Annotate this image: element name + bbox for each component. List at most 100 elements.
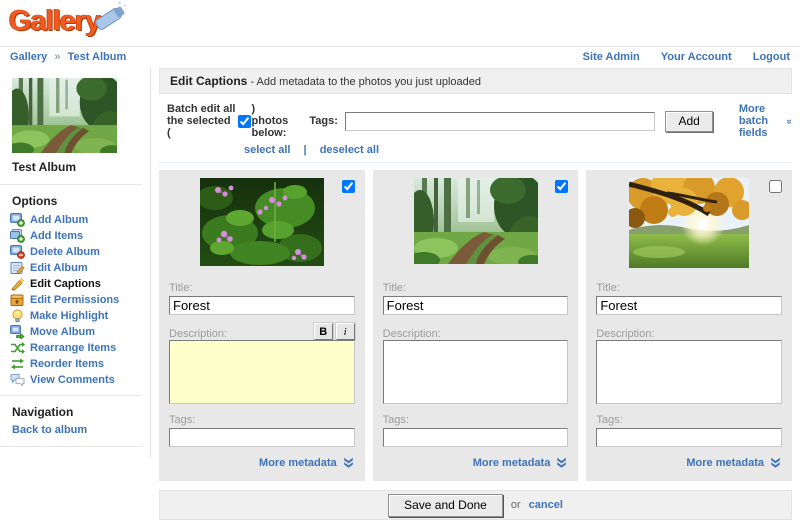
add-items-icon — [10, 229, 25, 243]
top-header: Gallery — [0, 0, 800, 47]
add-tags-button[interactable]: Add — [665, 111, 712, 132]
more-metadata-link[interactable]: More metadata — [383, 456, 569, 469]
rearrange-items-icon — [10, 341, 25, 355]
tags-label: Tags: — [596, 414, 782, 426]
sidebar-item-label: Edit Captions — [30, 277, 101, 291]
tags-label: Tags: — [383, 414, 569, 426]
or-text: or — [511, 499, 521, 511]
title-input[interactable] — [596, 296, 782, 315]
logout-link[interactable]: Logout — [753, 51, 790, 63]
move-album-icon — [10, 325, 25, 339]
chevron-double-down-icon — [555, 456, 568, 469]
description-textarea[interactable] — [169, 340, 355, 404]
batch-select-checkbox[interactable] — [238, 115, 251, 128]
batch-edit-section: Batch edit all the selected ( ) photos b… — [159, 94, 792, 163]
select-separator: | — [304, 144, 307, 156]
action-bar: Save and Done or cancel — [159, 490, 792, 520]
cancel-link[interactable]: cancel — [529, 499, 563, 511]
breadcrumb-bar: Gallery » Test Album Site Admin Your Acc… — [0, 47, 800, 68]
description-label: Description: — [169, 328, 227, 340]
sidebar-item-make-highlight[interactable]: Make Highlight — [10, 309, 150, 323]
description-textarea[interactable] — [596, 340, 782, 404]
breadcrumb: Gallery » Test Album — [10, 51, 130, 63]
photo-grid: Title: Description: B i Tags: More metad… — [159, 170, 792, 481]
back-to-album-link[interactable]: Back to album — [12, 424, 150, 436]
batch-tags-input[interactable] — [345, 112, 656, 131]
edit-permissions-icon — [10, 293, 25, 307]
sidebar-item-edit-permissions[interactable]: Edit Permissions — [10, 293, 150, 307]
chevron-double-down-icon — [342, 456, 355, 469]
batch-tags-label: Tags: — [309, 115, 338, 127]
more-batch-fields-link[interactable]: More batch fields — [739, 103, 792, 139]
sidebar-item-label: Reorder Items — [30, 357, 104, 371]
sidebar-item-label: Delete Album — [30, 245, 100, 259]
album-title: Test Album — [12, 160, 150, 174]
title-label: Title: — [596, 282, 782, 294]
photo-select-checkbox[interactable] — [555, 180, 568, 193]
page-title: Edit Captions — [170, 74, 247, 88]
photo-select-checkbox[interactable] — [769, 180, 782, 193]
select-all-link[interactable]: select all — [244, 144, 290, 156]
page-header: Edit Captions - Add metadata to the phot… — [159, 68, 792, 94]
tags-input[interactable] — [383, 428, 569, 447]
sidebar-item-label: Rearrange Items — [30, 341, 116, 355]
reorder-items-icon — [10, 357, 25, 371]
tags-input[interactable] — [596, 428, 782, 447]
bold-button[interactable]: B — [314, 323, 333, 340]
site-admin-link[interactable]: Site Admin — [583, 51, 640, 63]
view-comments-icon — [10, 373, 25, 387]
paintbrush-icon — [85, 1, 133, 35]
sidebar-item-move-album[interactable]: Move Album — [10, 325, 150, 339]
gallery-logo[interactable]: Gallery — [9, 5, 100, 38]
sidebar-divider — [0, 446, 142, 447]
page-title-separator: - — [250, 76, 254, 88]
chevron-double-down-icon — [786, 115, 792, 128]
photo-select-checkbox[interactable] — [342, 180, 355, 193]
sidebar-item-label: Edit Permissions — [30, 293, 119, 307]
description-label: Description: — [596, 328, 654, 340]
tags-input[interactable] — [169, 428, 355, 447]
more-metadata-link[interactable]: More metadata — [169, 456, 355, 469]
title-input[interactable] — [383, 296, 569, 315]
sidebar-item-edit-album[interactable]: Edit Album — [10, 261, 150, 275]
title-input[interactable] — [169, 296, 355, 315]
edit-captions-icon — [10, 277, 25, 291]
breadcrumb-gallery-link[interactable]: Gallery — [10, 51, 47, 63]
sidebar-divider — [0, 184, 142, 185]
deselect-all-link[interactable]: deselect all — [320, 144, 379, 156]
options-heading: Options — [12, 194, 150, 208]
breadcrumb-album-link[interactable]: Test Album — [68, 51, 127, 63]
page-subtitle: Add metadata to the photos you just uplo… — [257, 76, 481, 88]
sidebar-item-label: Edit Album — [30, 261, 88, 275]
title-label: Title: — [383, 282, 569, 294]
add-album-icon — [10, 213, 25, 227]
photo-card-2: Title: Description: Tags: More metadata — [373, 170, 579, 481]
photo-thumbnail-forest-path — [414, 178, 538, 264]
sidebar-item-reorder-items[interactable]: Reorder Items — [10, 357, 150, 371]
sidebar-item-label: Add Album — [30, 213, 88, 227]
batch-edit-label-post: ) photos below: — [252, 103, 292, 139]
photo-card-1: Title: Description: B i Tags: More metad… — [159, 170, 365, 481]
sidebar-item-view-comments[interactable]: View Comments — [10, 373, 150, 387]
navigation-heading: Navigation — [12, 405, 150, 419]
sidebar: Test Album Options Add Album Add Items D… — [0, 68, 151, 457]
sidebar-item-label: Move Album — [30, 325, 95, 339]
description-textarea[interactable] — [383, 340, 569, 404]
sidebar-item-label: Add Items — [30, 229, 83, 243]
tags-label: Tags: — [169, 414, 355, 426]
breadcrumb-separator: » — [54, 51, 60, 63]
your-account-link[interactable]: Your Account — [661, 51, 732, 63]
photo-thumbnail-autumn — [629, 178, 749, 268]
main-panel: Edit Captions - Add metadata to the phot… — [151, 68, 800, 520]
italic-button[interactable]: i — [336, 323, 355, 340]
sidebar-item-add-album[interactable]: Add Album — [10, 213, 150, 227]
more-metadata-link[interactable]: More metadata — [596, 456, 782, 469]
album-thumbnail[interactable] — [12, 78, 117, 153]
sidebar-item-add-items[interactable]: Add Items — [10, 229, 150, 243]
photo-card-3: Title: Description: Tags: More metadata — [586, 170, 792, 481]
sidebar-item-delete-album[interactable]: Delete Album — [10, 245, 150, 259]
sidebar-item-label: Make Highlight — [30, 309, 108, 323]
sidebar-item-label: View Comments — [30, 373, 115, 387]
sidebar-item-rearrange-items[interactable]: Rearrange Items — [10, 341, 150, 355]
save-and-done-button[interactable]: Save and Done — [388, 494, 503, 517]
